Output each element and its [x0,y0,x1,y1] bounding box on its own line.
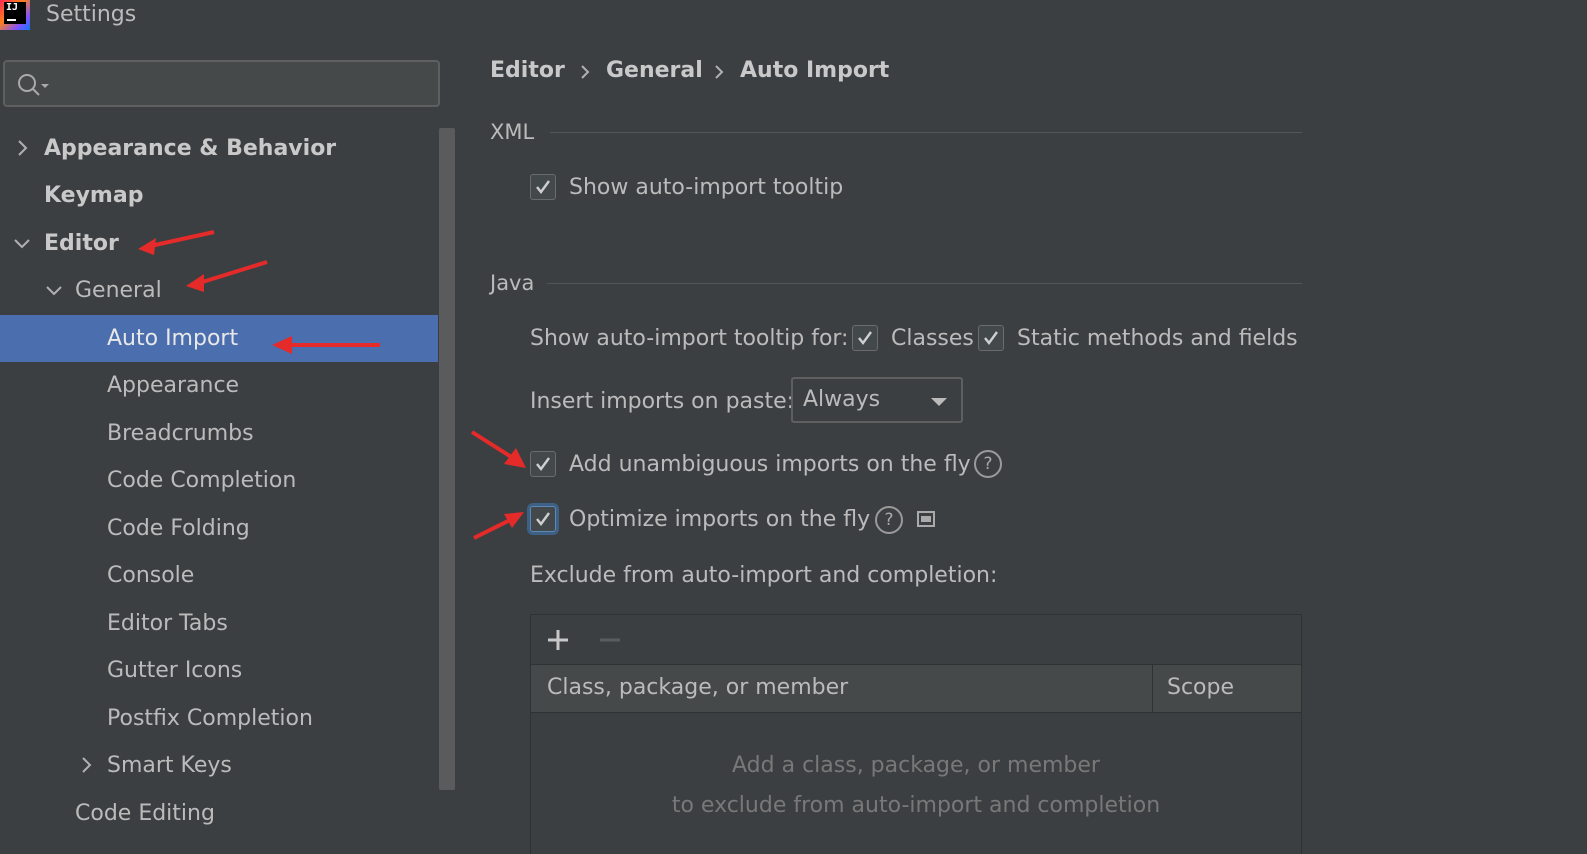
java-section-divider [547,283,1302,284]
tree-item-breadcrumbs[interactable]: Breadcrumbs [0,410,456,457]
tree-item-auto-import[interactable]: Auto Import [0,315,456,362]
insert-on-paste-value: Always [803,387,881,412]
exclude-table: Class, package, or member Scope Add a cl… [530,614,1302,854]
tree-item-label: Code Editing [75,801,215,826]
checkmark-icon [536,180,550,194]
table-toolbar [531,615,1301,665]
sidebar-scrollbar-thumb[interactable] [439,128,455,790]
tree-item-appearance[interactable]: Appearance [0,362,456,409]
annotation-arrow-icon [473,512,524,540]
insert-on-paste-select[interactable]: Always [791,377,963,423]
tree-item-label: Auto Import [107,326,239,351]
tree-item-console[interactable]: Console [0,552,456,599]
tree-item-label: Postfix Completion [107,706,313,731]
logo-text: IJ [6,2,19,13]
dropdown-caret-icon [931,398,947,406]
classes-checkbox[interactable] [852,325,878,351]
exclude-label: Exclude from auto-import and completion: [530,563,998,588]
tree-item-label: Breadcrumbs [107,421,254,446]
chevron-right-icon[interactable] [76,755,96,775]
annotation-arrow-icon [470,430,526,468]
classes-label: Classes [891,326,974,351]
tree-item-smart-keys[interactable]: Smart Keys [0,742,456,789]
add-unambiguous-label: Add unambiguous imports on the fly [569,452,971,477]
column-header-scope[interactable]: Scope [1167,675,1234,700]
tree-item-label: Editor Tabs [107,611,228,636]
table-header: Class, package, or member Scope [531,665,1301,713]
checkmark-icon [858,331,872,345]
insert-on-paste-label: Insert imports on paste: [530,389,795,414]
tooltip-for-label: Show auto-import tooltip for: [530,326,849,351]
settings-sidebar: Appearance & Behavior Keymap Editor Gene… [0,40,456,854]
tree-item-code-editing[interactable]: Code Editing [0,790,456,837]
annotation-arrow-icon [272,336,380,354]
settings-window-icon[interactable] [917,511,935,527]
settings-content: Editor General Auto Import XML Show auto… [456,40,1587,854]
add-icon[interactable] [545,627,571,653]
static-members-label: Static methods and fields [1017,326,1298,351]
breadcrumb-general[interactable]: General [606,58,703,83]
breadcrumb-editor[interactable]: Editor [490,58,565,83]
java-section-title: Java [490,271,535,295]
tree-item-label: Code Folding [107,516,250,541]
tree-item-postfix-completion[interactable]: Postfix Completion [0,695,456,742]
annotation-arrow-icon [186,260,268,292]
tree-item-label: Keymap [44,183,144,208]
tree-item-label: General [75,278,162,303]
breadcrumb-separator-icon [581,65,590,79]
tree-item-label: Gutter Icons [107,658,243,683]
title-bar: IJ Settings [0,0,1587,40]
breadcrumb-separator-icon [715,65,724,79]
checkmark-icon [536,457,550,471]
help-icon[interactable]: ? [974,450,1002,478]
tree-item-label: Code Completion [107,468,297,493]
column-divider[interactable] [1152,665,1153,713]
optimize-imports-label: Optimize imports on the fly [569,507,871,532]
xml-show-tooltip-checkbox[interactable] [530,174,556,200]
remove-icon[interactable] [597,627,623,653]
static-members-checkbox[interactable] [978,325,1004,351]
breadcrumb-auto-import: Auto Import [740,58,890,83]
checkmark-icon [536,512,550,526]
optimize-imports-checkbox[interactable] [530,506,556,532]
tree-item-label: Editor [44,231,119,256]
chevron-down-icon[interactable] [12,233,32,253]
tree-item-label: Appearance & Behavior [44,136,337,161]
settings-tree: Appearance & Behavior Keymap Editor Gene… [0,125,456,854]
settings-window: IJ Settings Appearance & Behavior Keymap [0,0,1587,854]
xml-section-divider [550,132,1302,133]
xml-section-title: XML [490,120,535,144]
tree-item-appearance-behavior[interactable]: Appearance & Behavior [0,125,456,172]
tree-item-editor-tabs[interactable]: Editor Tabs [0,600,456,647]
column-header-member[interactable]: Class, package, or member [547,675,848,700]
add-unambiguous-checkbox[interactable] [530,451,556,477]
table-empty-text: to exclude from auto-import and completi… [671,793,1161,818]
tree-item-label: Smart Keys [107,753,232,778]
search-box[interactable] [3,60,440,107]
tree-item-gutter-icons[interactable]: Gutter Icons [0,647,456,694]
xml-show-tooltip-label: Show auto-import tooltip [569,175,844,200]
tree-item-label: Appearance [107,373,240,398]
search-icon[interactable] [17,73,51,97]
checkmark-icon [984,331,998,345]
tree-item-code-folding[interactable]: Code Folding [0,505,456,552]
tree-item-code-completion[interactable]: Code Completion [0,457,456,504]
table-empty-text: Add a class, package, or member [732,753,1100,778]
chevron-right-icon[interactable] [12,138,32,158]
chevron-down-icon[interactable] [44,280,64,300]
window-title: Settings [46,2,137,27]
tree-item-keymap[interactable]: Keymap [0,172,456,219]
intellij-logo-icon: IJ [0,0,30,30]
help-icon[interactable]: ? [875,506,903,534]
search-input[interactable] [55,68,425,100]
tree-item-label: Console [107,563,195,588]
